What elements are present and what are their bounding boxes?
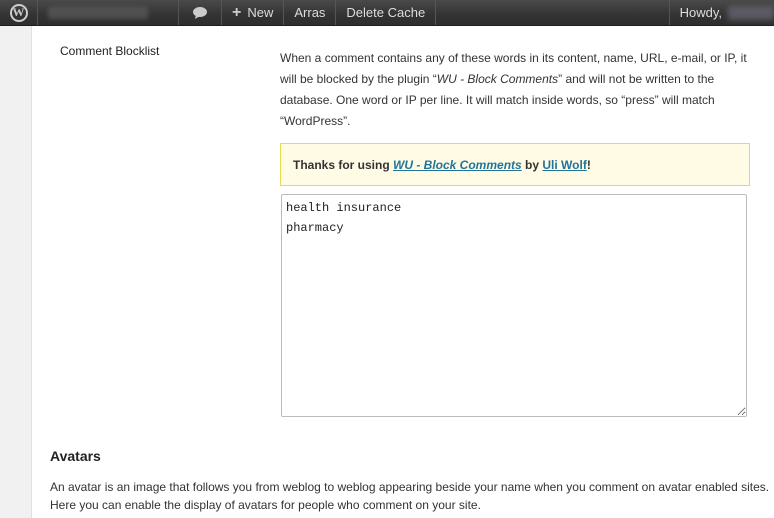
new-content-menu[interactable]: + New — [222, 0, 285, 25]
site-name-menu[interactable] — [38, 0, 179, 25]
admin-bar-spacer — [436, 0, 668, 25]
blocklist-description: When a comment contains any of these wor… — [280, 48, 760, 132]
plus-icon: + — [232, 3, 242, 21]
speech-bubble-icon — [193, 6, 207, 19]
arras-menu[interactable]: Arras — [284, 0, 337, 25]
delete-cache-label: Delete Cache — [346, 5, 426, 20]
admin-menu-gutter — [0, 26, 32, 518]
notice-suffix: ! — [586, 158, 591, 172]
plugin-notice: Thanks for using WU - Block Comments by … — [280, 143, 750, 186]
arras-label: Arras — [294, 5, 326, 20]
account-menu[interactable]: Howdy, — [668, 0, 774, 25]
notice-prefix: Thanks for using — [293, 158, 394, 172]
wordpress-logo-icon: W — [9, 3, 28, 22]
notice-by: by — [521, 158, 543, 172]
plugin-name: WU - Block Comments — [436, 72, 559, 86]
user-name-blurred — [728, 5, 774, 20]
author-link[interactable]: Uli Wolf — [542, 158, 586, 172]
blocklist-textarea[interactable]: health insurance pharmacy — [281, 194, 747, 417]
new-label: New — [247, 5, 274, 20]
site-name-blurred — [48, 6, 148, 19]
wp-logo-menu[interactable]: W — [0, 0, 38, 25]
plugin-link[interactable]: WU - Block Comments — [393, 158, 522, 172]
admin-bar: W + New Arras Delete Cache Howdy, — [0, 0, 774, 26]
comments-menu[interactable] — [179, 0, 222, 25]
howdy-label: Howdy, — [679, 5, 722, 20]
avatars-description: An avatar is an image that follows you f… — [50, 480, 770, 512]
avatars-heading: Avatars — [50, 448, 101, 464]
comment-blocklist-label: Comment Blocklist — [60, 44, 160, 58]
delete-cache-menu[interactable]: Delete Cache — [336, 0, 437, 25]
